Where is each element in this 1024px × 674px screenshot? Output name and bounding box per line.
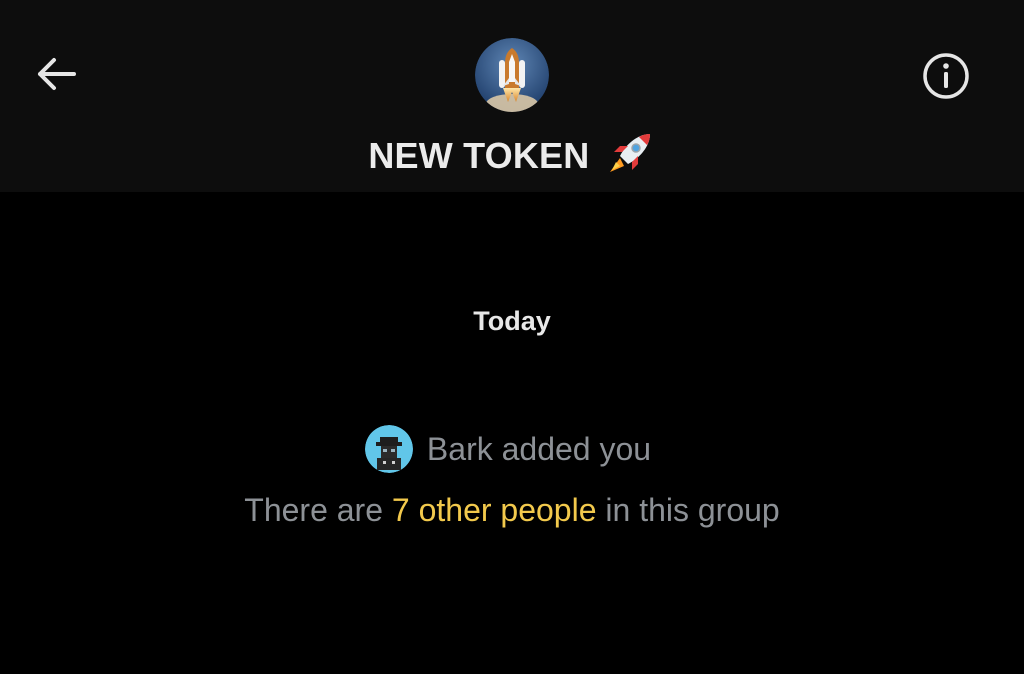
back-button[interactable] xyxy=(30,50,82,98)
bark-avatar[interactable] xyxy=(364,425,413,473)
group-title-text: NEW TOKEN xyxy=(368,135,590,176)
system-message-added: Bark added you xyxy=(0,424,1024,474)
conversation-header: NEW TOKEN xyxy=(0,0,1024,192)
date-separator: Today xyxy=(473,306,551,336)
bark-avatar-image xyxy=(364,425,413,473)
group-info-line: There are 7 other people in this group xyxy=(0,492,1024,529)
info-circle-icon xyxy=(923,53,969,99)
system-message-text: Bark added you xyxy=(426,430,652,467)
group-info-suffix: in this group xyxy=(596,492,780,528)
group-avatar[interactable] xyxy=(475,38,549,112)
group-info-prefix: There are xyxy=(244,492,392,528)
dm-group-screen: NEW TOKEN Today Bark added you There are… xyxy=(0,0,1024,674)
rocket-emoji-icon xyxy=(609,134,650,172)
space-shuttle-avatar xyxy=(475,38,549,112)
group-members-link[interactable]: 7 other people xyxy=(392,492,597,528)
group-title[interactable]: NEW TOKEN xyxy=(0,128,1024,178)
arrow-left-icon xyxy=(38,58,76,90)
info-button[interactable] xyxy=(918,48,974,104)
